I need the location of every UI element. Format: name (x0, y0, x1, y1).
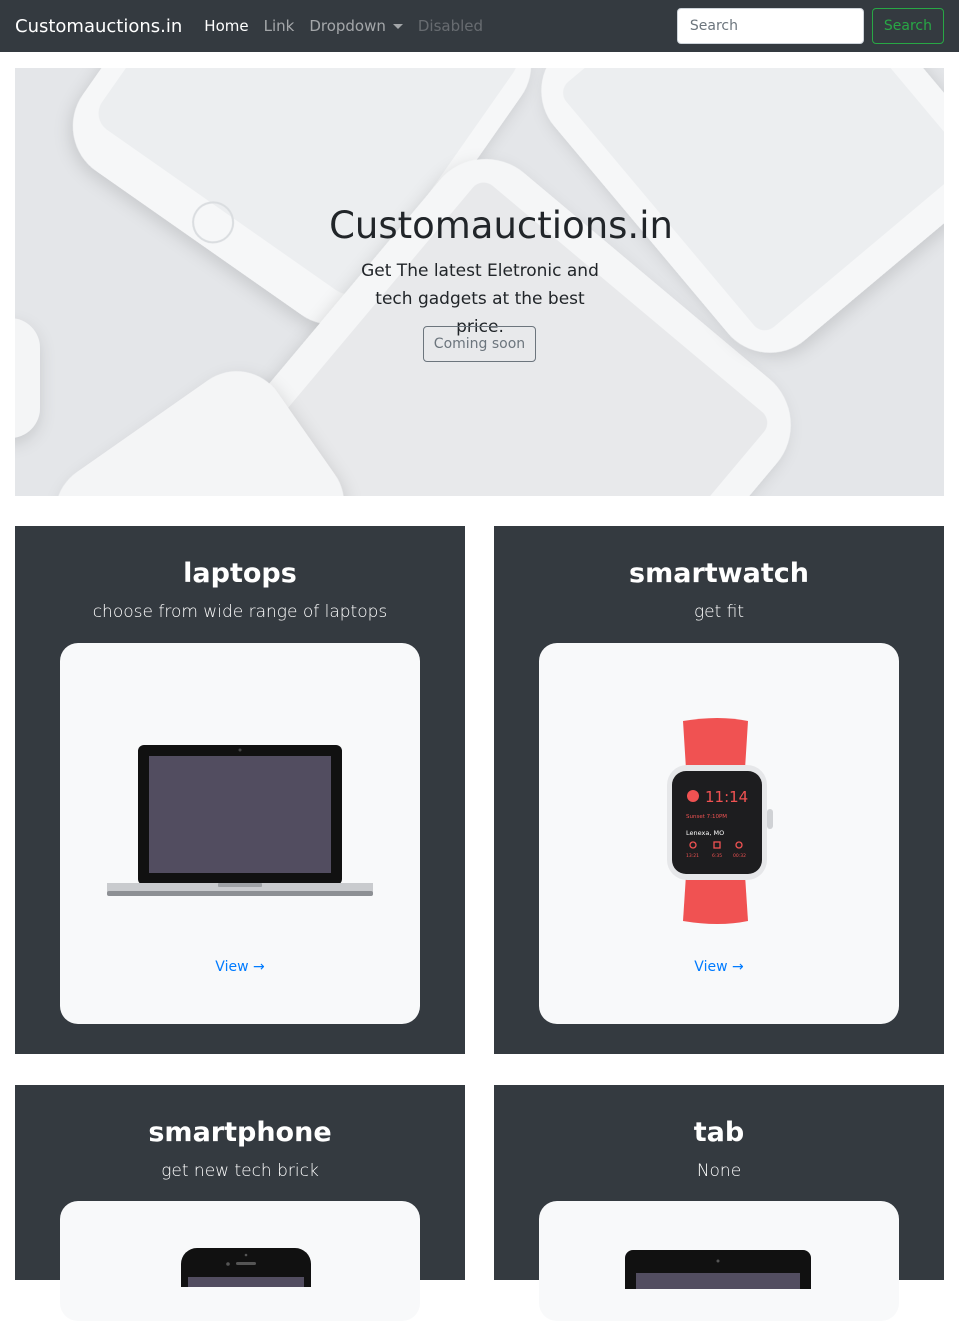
laptop-image (107, 745, 373, 896)
category-title: tab (693, 1117, 745, 1148)
category-card-laptops: laptops choose from wide range of laptop… (15, 526, 465, 1054)
view-link[interactable]: View → (539, 959, 899, 975)
navbar: Customauctions.in Home Link Dropdown Dis… (0, 0, 959, 52)
category-inner-card (539, 1201, 899, 1321)
category-inner-card: View → (60, 643, 420, 1024)
category-title: smartwatch (629, 558, 809, 589)
category-card-smartwatch: smartwatch get fit 11:14 Sunset 7:10PM L… (494, 526, 944, 1054)
search-input[interactable] (676, 8, 864, 44)
watch-stat: 13:21 (686, 853, 699, 859)
category-card-tab: tab None (494, 1085, 944, 1321)
search-button[interactable]: Search (871, 8, 944, 44)
tablet-image (625, 1250, 811, 1289)
category-title: smartphone (148, 1117, 332, 1148)
nav-dropdown-label: Dropdown (309, 17, 386, 35)
category-subtitle: choose from wide range of laptops (92, 602, 388, 622)
caret-down-icon (392, 23, 403, 29)
hero-jumbotron: Customauctions.in Get The latest Eletron… (15, 68, 944, 496)
watch-stat: 00:32 (733, 853, 746, 859)
watch-time: 11:14 (705, 788, 748, 806)
category-subtitle: get new tech brick (161, 1161, 319, 1181)
category-inner-card (60, 1201, 420, 1321)
category-subtitle: get fit (693, 602, 745, 622)
nav-link-disabled: Disabled (417, 17, 484, 35)
nav-link-link[interactable]: Link (264, 17, 295, 35)
nav-link-home[interactable]: Home (204, 17, 248, 35)
watch-sunset: Sunset 7:10PM (686, 814, 727, 820)
smartwatch-image: 11:14 Sunset 7:10PM Lenexa, MO 13:21 6:3… (667, 718, 773, 924)
nav-dropdown-toggle[interactable]: Dropdown (309, 17, 403, 35)
navbar-brand[interactable]: Customauctions.in (15, 16, 182, 37)
hero-title: Customauctions.in (329, 204, 673, 247)
coming-soon-button[interactable]: Coming soon (423, 326, 536, 362)
category-card-smartphone: smartphone get new tech brick (15, 1085, 465, 1321)
view-link[interactable]: View → (60, 959, 420, 975)
category-title: laptops (183, 558, 297, 589)
watch-location: Lenexa, MO (686, 829, 724, 837)
category-inner-card: 11:14 Sunset 7:10PM Lenexa, MO 13:21 6:3… (539, 643, 899, 1024)
hero-content: Customauctions.in Get The latest Eletron… (15, 68, 944, 496)
watch-stat: 6:35 (712, 853, 722, 859)
category-subtitle: None (696, 1161, 742, 1181)
smartphone-image (181, 1248, 311, 1287)
